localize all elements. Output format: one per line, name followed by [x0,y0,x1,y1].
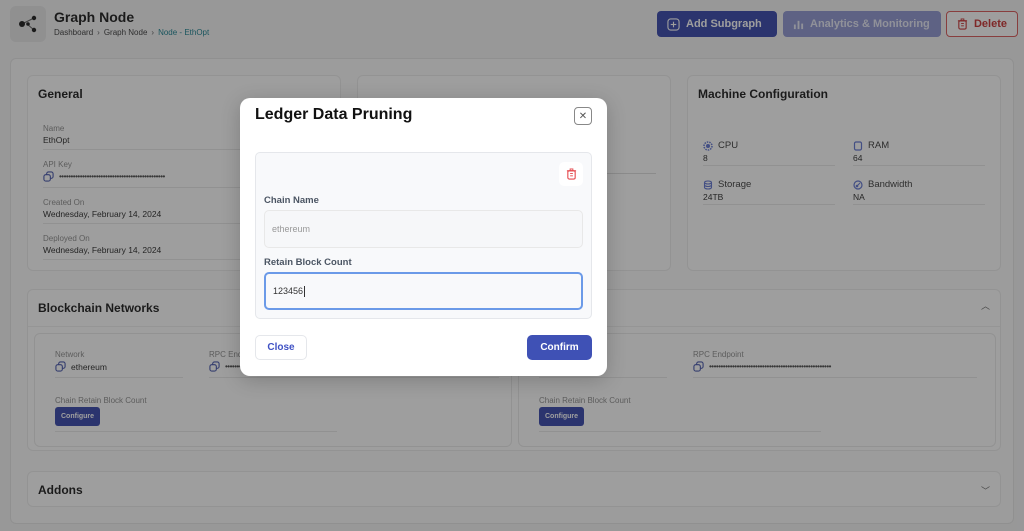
close-icon[interactable]: ✕ [574,107,592,125]
confirm-button[interactable]: Confirm [527,335,592,360]
retain-block-count-value: 123456 [273,286,304,296]
chain-name-input[interactable]: ethereum [264,210,583,248]
retain-block-count-input[interactable]: 123456 [264,272,583,310]
pruning-entry-panel: Chain Name ethereum Retain Block Count 1… [255,152,592,319]
modal-title: Ledger Data Pruning [255,106,413,123]
close-button[interactable]: Close [255,335,307,360]
chain-name-label: Chain Name [264,195,319,206]
retain-block-count-label: Retain Block Count [264,257,352,268]
remove-entry-button[interactable] [559,162,583,186]
trash-icon [566,168,576,180]
chain-name-placeholder: ethereum [272,224,311,234]
text-caret [304,285,306,297]
ledger-data-pruning-modal: Ledger Data Pruning ✕ Chain Name ethereu… [240,98,607,376]
